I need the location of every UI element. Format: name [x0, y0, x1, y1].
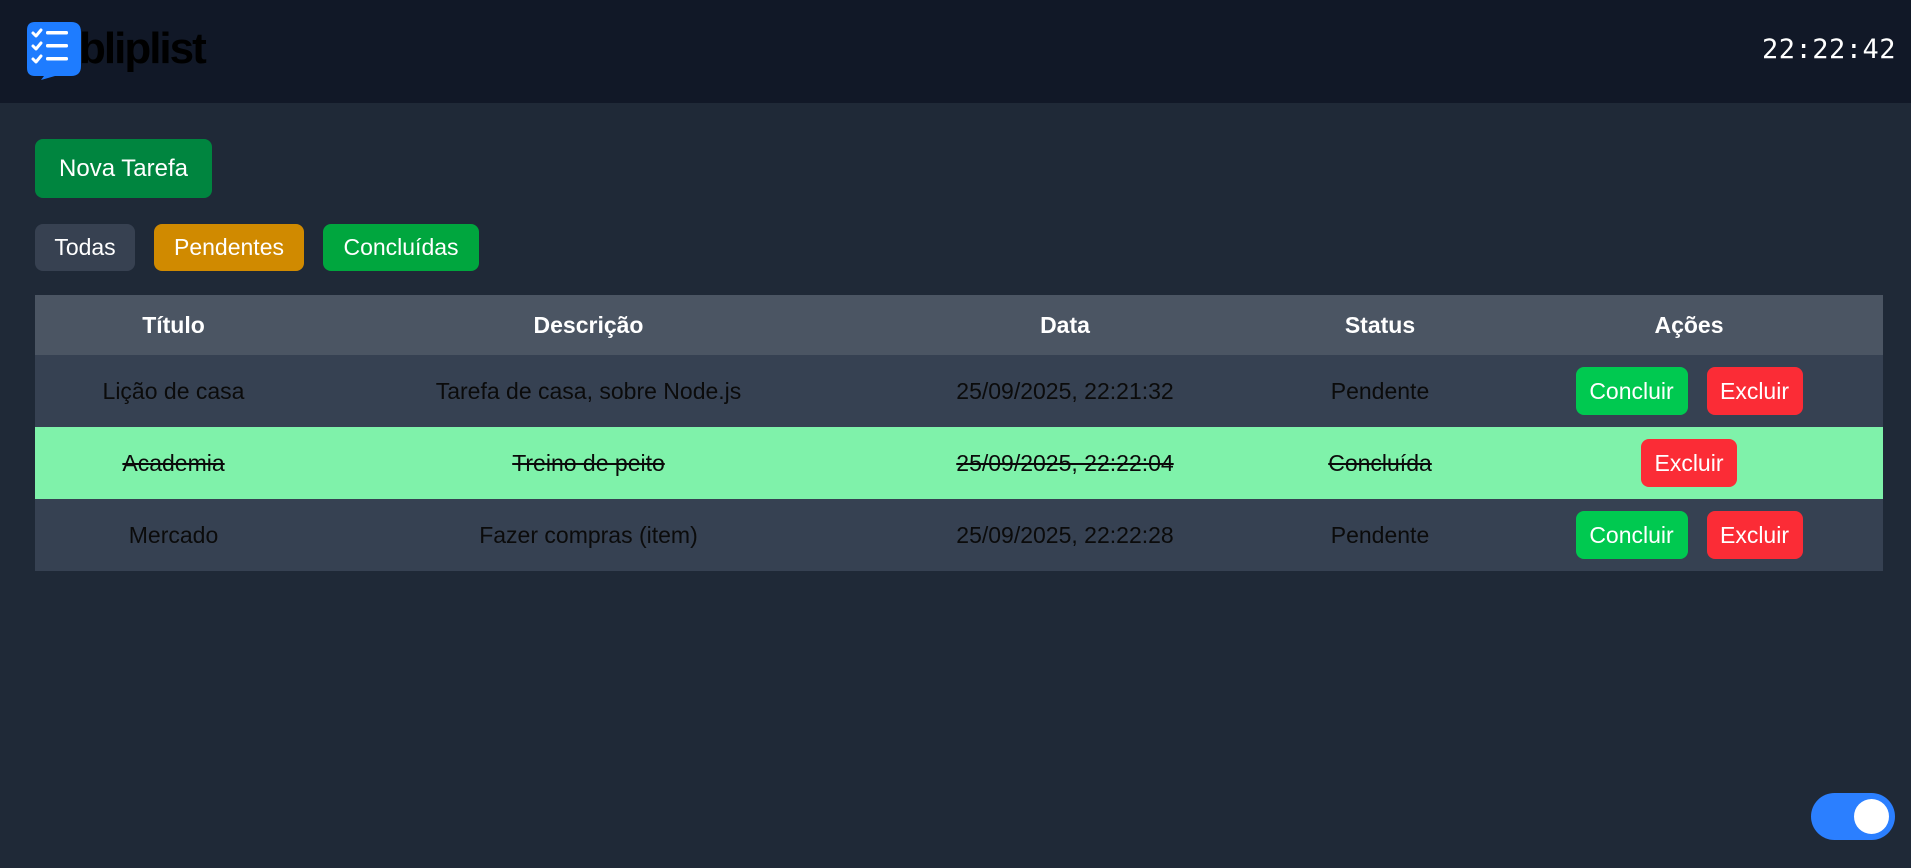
- top-bar: bliplist 22:22:42: [0, 0, 1911, 103]
- task-description: Treino de peito: [312, 427, 865, 499]
- header-status: Status: [1265, 295, 1495, 355]
- conclude-button[interactable]: Concluir: [1575, 511, 1688, 559]
- task-title-text: Academia: [122, 449, 225, 476]
- header-date: Data: [865, 295, 1265, 355]
- task-date-text: 25/09/2025, 22:22:04: [956, 449, 1174, 476]
- task-actions: Concluir Excluir: [1495, 355, 1883, 427]
- task-actions: Excluir: [1495, 427, 1883, 499]
- task-date: 25/09/2025, 22:21:32: [865, 355, 1265, 427]
- logo-wordmark: bliplist: [79, 24, 207, 73]
- task-description: Fazer compras (item): [312, 499, 865, 571]
- task-status: Pendente: [1265, 355, 1495, 427]
- app-logo[interactable]: bliplist: [27, 22, 207, 80]
- task-status-text: Concluída: [1328, 449, 1432, 476]
- table-row: Mercado Fazer compras (item) 25/09/2025,…: [35, 499, 1883, 571]
- tasks-table: Título Descrição Data Status Ações Lição…: [35, 295, 1883, 571]
- task-date: 25/09/2025, 22:22:04: [865, 427, 1265, 499]
- filter-pending-button[interactable]: Pendentes: [154, 224, 304, 271]
- task-title: Lição de casa: [35, 355, 312, 427]
- filter-done-button[interactable]: Concluídas: [323, 224, 479, 271]
- delete-button[interactable]: Excluir: [1706, 511, 1803, 559]
- toggle-switch-icon: [1854, 799, 1889, 834]
- task-date: 25/09/2025, 22:22:28: [865, 499, 1265, 571]
- task-description-text: Treino de peito: [512, 449, 665, 476]
- task-title: Academia: [35, 427, 312, 499]
- task-description: Tarefa de casa, sobre Node.js: [312, 355, 865, 427]
- task-status: Pendente: [1265, 499, 1495, 571]
- table-header-row: Título Descrição Data Status Ações: [35, 295, 1883, 355]
- filter-bar: Todas Pendentes Concluídas: [35, 224, 479, 271]
- header-description: Descrição: [312, 295, 865, 355]
- table-row: Academia Treino de peito 25/09/2025, 22:…: [35, 427, 1883, 499]
- checklist-chat-icon: [27, 22, 81, 80]
- header-title: Título: [35, 295, 312, 355]
- table-row: Lição de casa Tarefa de casa, sobre Node…: [35, 355, 1883, 427]
- clock: 22:22:42: [1761, 34, 1896, 65]
- header-actions: Ações: [1495, 295, 1883, 355]
- delete-button[interactable]: Excluir: [1706, 367, 1803, 415]
- delete-button[interactable]: Excluir: [1641, 439, 1737, 487]
- theme-toggle[interactable]: [1811, 793, 1895, 840]
- filter-all-button[interactable]: Todas: [35, 224, 135, 271]
- task-actions: Concluir Excluir: [1495, 499, 1883, 571]
- task-title: Mercado: [35, 499, 312, 571]
- new-task-button[interactable]: Nova Tarefa: [35, 139, 212, 198]
- task-status: Concluída: [1265, 427, 1495, 499]
- conclude-button[interactable]: Concluir: [1575, 367, 1688, 415]
